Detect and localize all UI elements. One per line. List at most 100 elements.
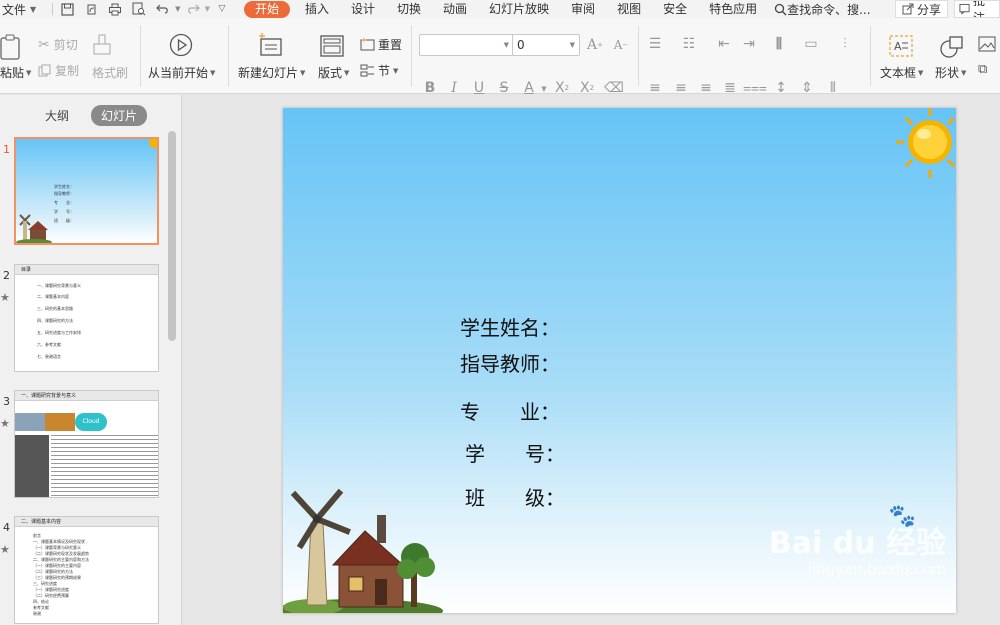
- shape-label: 形状: [935, 66, 960, 80]
- windmill-icon: [16, 214, 52, 243]
- share-label: 分享: [916, 2, 941, 17]
- undo-icon: [156, 4, 169, 14]
- customize-toolbar-button[interactable]: ▽: [210, 0, 234, 18]
- thumb-image: [15, 413, 45, 431]
- textbox-button[interactable]: 文本框 ▼: [880, 64, 923, 81]
- star-icon: ★: [0, 543, 10, 556]
- tab-slides[interactable]: 幻灯片: [91, 104, 148, 126]
- play-from-current-label: 从当前开始: [148, 66, 209, 80]
- layout-button[interactable]: 版式 ▼: [318, 64, 349, 81]
- comment-icon: [959, 3, 970, 15]
- new-slide-icon-button[interactable]: [258, 33, 284, 57]
- divider: [52, 3, 54, 15]
- section-icon: [360, 64, 374, 77]
- thumb-image: [15, 435, 49, 497]
- shape-icon-button[interactable]: [939, 35, 965, 59]
- tab-insert[interactable]: 插入: [294, 0, 340, 18]
- slide-thumbnail-1[interactable]: 学生姓名： 指导教师： 专 业： 学 号： 班 级：: [14, 137, 159, 245]
- slide-thumbnail-2[interactable]: 目录 一、课题研究背景与意义 二、课题基本内容 三、研究的基本思路 四、课题研究…: [14, 264, 159, 372]
- layout-label: 版式: [318, 66, 343, 80]
- font-size-combo[interactable]: 0 ▼: [512, 34, 580, 56]
- slide-thumbnail-4[interactable]: 二、课题基本内容 前言 一、课题基本情况及研究现状 （一）课题背景与研究意义 （…: [14, 516, 159, 624]
- format-painter-label[interactable]: 格式刷: [92, 64, 128, 81]
- tab-transition[interactable]: 切换: [386, 0, 432, 18]
- star-icon: ★: [0, 291, 10, 304]
- tab-special-apps[interactable]: 特色应用: [698, 0, 768, 18]
- thumb-title: 一、课题研究背景与意义: [15, 391, 158, 401]
- reset-icon: [360, 38, 375, 51]
- tab-outline[interactable]: 大纲: [35, 105, 79, 126]
- thumb-text: 学 号：: [54, 209, 74, 214]
- chevron-down-icon: ▼: [503, 41, 509, 49]
- save-button[interactable]: [55, 0, 79, 18]
- major-label[interactable]: 专 业：: [460, 396, 560, 425]
- tab-review[interactable]: 审阅: [560, 0, 606, 18]
- undo-button[interactable]: [151, 0, 175, 18]
- paste-label[interactable]: 粘贴 ▼: [0, 64, 31, 81]
- comment-button[interactable]: 批注: [954, 0, 1000, 18]
- bullet-list-icon[interactable]: ☰: [646, 35, 664, 53]
- picture-button[interactable]: [978, 36, 996, 52]
- tab-security[interactable]: 安全: [652, 0, 698, 18]
- print-button[interactable]: [103, 0, 127, 18]
- current-slide[interactable]: 学生姓名： 指导教师： 专 业： 学 号： 班 级： 🐾 Bai du 经验 j…: [283, 108, 956, 613]
- shape-button[interactable]: 形状 ▼: [935, 64, 966, 81]
- play-from-current-icon-button[interactable]: [169, 33, 193, 57]
- tab-design[interactable]: 设计: [340, 0, 386, 18]
- increase-indent-icon[interactable]: ⇥: [740, 35, 758, 53]
- search-icon: [774, 3, 787, 15]
- comment-label: 批注: [973, 0, 986, 18]
- thumb-text: 七、致谢语言: [37, 354, 61, 359]
- cut-button[interactable]: ✂ 剪切: [38, 36, 78, 53]
- vertical-align-icon[interactable]: ⫶: [836, 35, 854, 53]
- format-painter-button[interactable]: [92, 34, 112, 56]
- new-slide-icon: [259, 33, 282, 56]
- section-button[interactable]: 节 ▼: [360, 62, 398, 79]
- chevron-down-icon: ▼: [961, 68, 967, 77]
- thumb-text: 四、课题研究的方法: [37, 318, 73, 323]
- tab-view[interactable]: 视图: [606, 0, 652, 18]
- preview-button[interactable]: [127, 0, 151, 18]
- file-menu[interactable]: 文件 ▼: [0, 1, 42, 18]
- font-name-combo[interactable]: ▼: [419, 34, 514, 56]
- redo-button[interactable]: [181, 0, 205, 18]
- student-name-label[interactable]: 学生姓名：: [460, 312, 560, 341]
- chevron-down-icon: ▼: [30, 4, 37, 14]
- text-direction-icon[interactable]: ⫼: [770, 35, 788, 53]
- tab-slideshow[interactable]: 幻灯片放映: [478, 0, 560, 18]
- thumb-title: 目录: [15, 265, 158, 275]
- textbox-icon-button[interactable]: A: [889, 35, 913, 57]
- thumb-text: 学生姓名：: [54, 184, 74, 189]
- thumb-image: [45, 413, 75, 431]
- svg-text:A: A: [894, 40, 902, 53]
- increase-font-icon[interactable]: A +: [586, 36, 604, 54]
- print-preview-button[interactable]: [79, 0, 103, 18]
- command-search[interactable]: 查找命令、搜...: [774, 1, 871, 18]
- slide-number: 4: [3, 521, 10, 534]
- more-insert-button[interactable]: ⧉: [978, 62, 987, 77]
- play-from-current-button[interactable]: 从当前开始 ▼: [148, 64, 215, 81]
- tab-home[interactable]: 开始: [243, 0, 290, 18]
- slide-number: 1: [3, 143, 10, 156]
- chevron-down-icon: ▽: [218, 4, 226, 14]
- new-slide-button[interactable]: 新建幻灯片 ▼: [238, 64, 305, 81]
- paste-button[interactable]: [0, 34, 24, 60]
- numbered-list-icon[interactable]: ☷: [680, 35, 698, 53]
- layout-icon-button[interactable]: [320, 35, 344, 57]
- decrease-font-icon[interactable]: A −: [612, 36, 630, 54]
- copy-button[interactable]: 复制: [38, 62, 79, 79]
- reset-button[interactable]: 重置: [360, 36, 402, 53]
- panel-scrollbar[interactable]: [168, 131, 176, 341]
- slide-thumbnail-3[interactable]: 一、课题研究背景与意义 Cloud: [14, 390, 159, 498]
- thumb-text: 致谢: [33, 611, 41, 616]
- new-slide-label: 新建幻灯片: [238, 66, 299, 80]
- thumb-text: 二、课题基本内容: [37, 294, 69, 299]
- student-id-label[interactable]: 学 号：: [465, 438, 565, 467]
- class-label[interactable]: 班 级：: [465, 482, 565, 511]
- share-button[interactable]: 分享: [894, 0, 948, 18]
- tab-animation[interactable]: 动画: [432, 0, 478, 18]
- slide-editor[interactable]: 学生姓名： 指导教师： 专 业： 学 号： 班 级： 🐾 Bai du 经验 j…: [183, 95, 1000, 625]
- align-text-icon[interactable]: ▭: [802, 35, 820, 53]
- advisor-label[interactable]: 指导教师：: [460, 348, 560, 377]
- decrease-indent-icon[interactable]: ⇤: [715, 35, 733, 53]
